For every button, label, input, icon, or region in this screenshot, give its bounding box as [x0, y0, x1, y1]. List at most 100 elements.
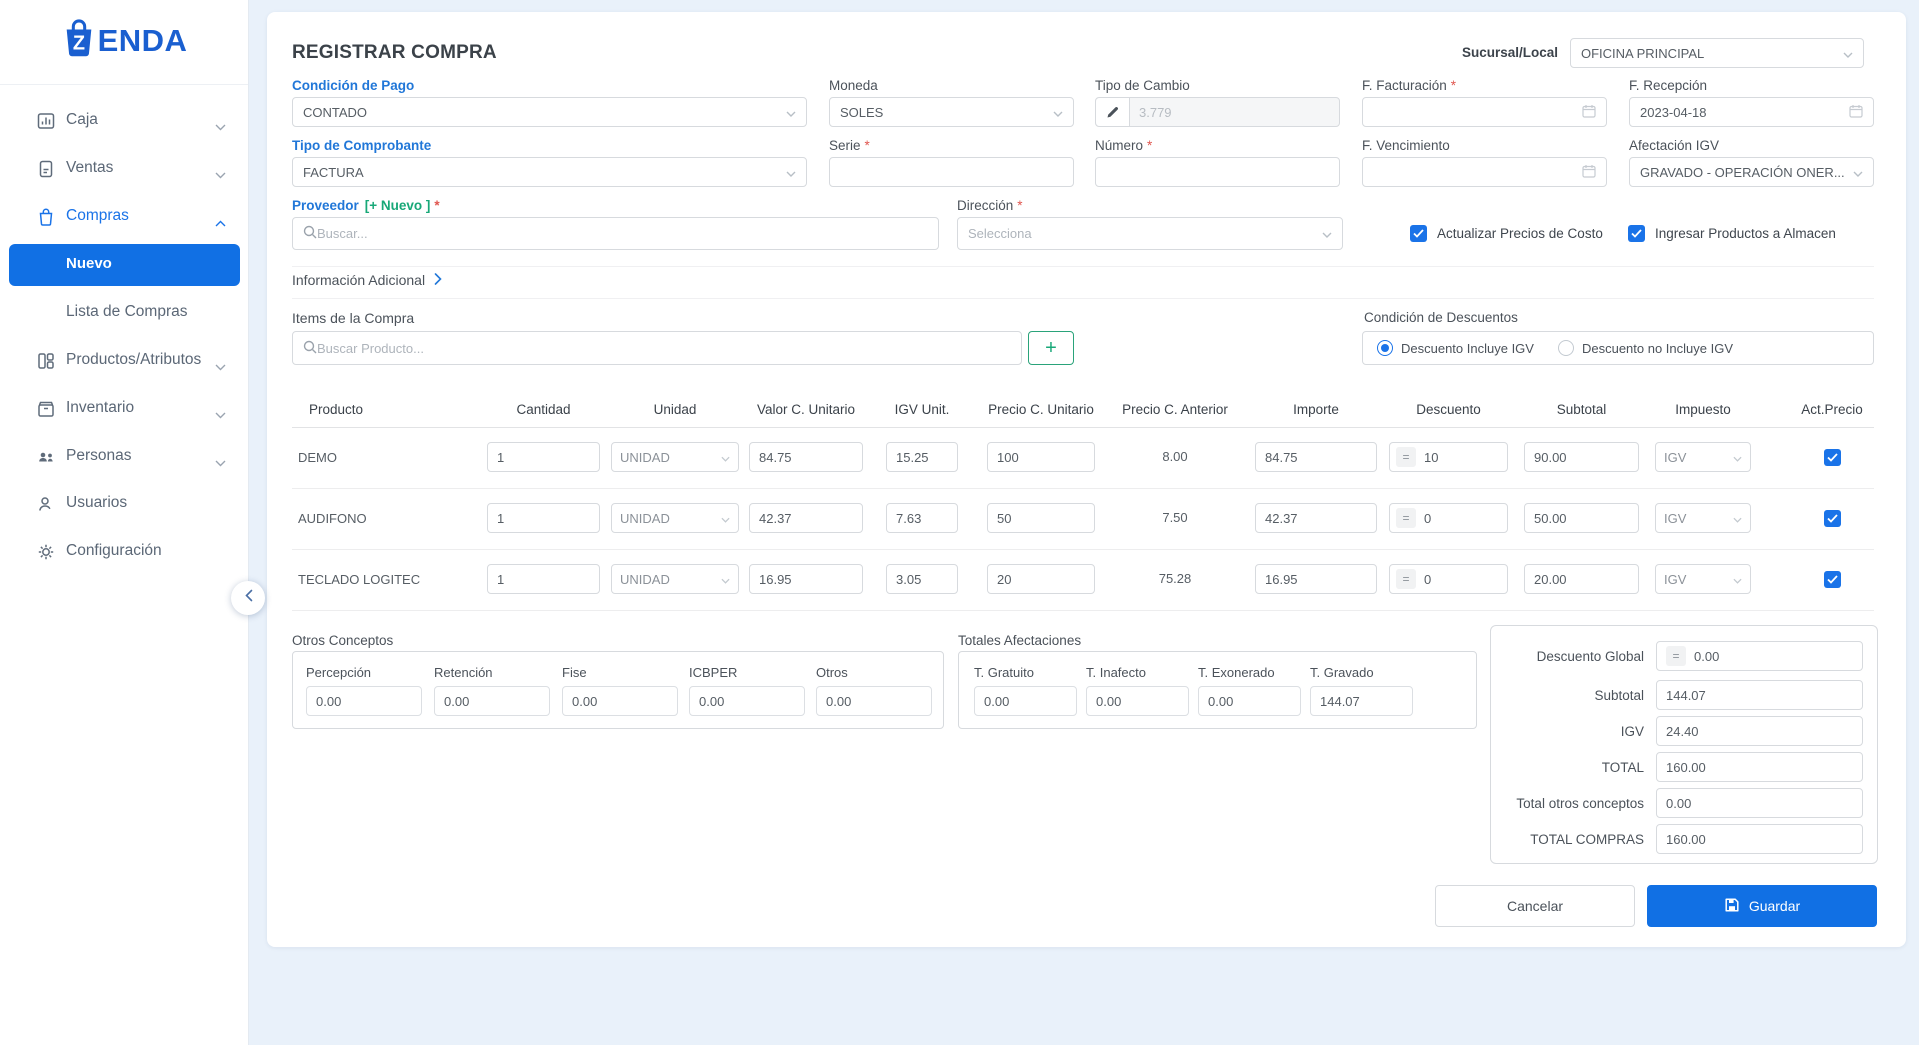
- otros-input[interactable]: [816, 686, 932, 716]
- act-precio-checkbox[interactable]: [1824, 449, 1841, 466]
- total-otros-conceptos-row: Total otros conceptos 0.00: [1491, 788, 1877, 818]
- column-header: Precio C. Unitario: [987, 402, 1095, 417]
- valor-unitario-input[interactable]: [749, 442, 863, 472]
- descuento-global-field[interactable]: =0.00: [1656, 641, 1863, 671]
- precio-unitario-input[interactable]: [987, 564, 1095, 594]
- f-facturacion-field: [1362, 97, 1607, 127]
- importe-input[interactable]: [1255, 442, 1377, 472]
- document-icon: [36, 159, 56, 179]
- ingresar-almacen-checkbox[interactable]: [1628, 225, 1645, 242]
- sidebar-item-caja[interactable]: Caja: [0, 97, 248, 145]
- chevron-down-icon: [1316, 226, 1332, 241]
- items-table-header: Producto Cantidad Unidad Valor C. Unitar…: [292, 402, 1874, 428]
- valor-unitario-input[interactable]: [749, 564, 863, 594]
- f-vencimiento-label: F. Vencimiento: [1362, 138, 1450, 153]
- sidebar-item-configuracion[interactable]: Configuración: [0, 528, 248, 576]
- precio-unitario-input[interactable]: [987, 442, 1095, 472]
- sidebar-item-inventario[interactable]: Inventario: [0, 385, 248, 433]
- unidad-select[interactable]: UNIDAD: [611, 564, 739, 594]
- retencion-input[interactable]: [434, 686, 550, 716]
- unidad-select[interactable]: UNIDAD: [611, 442, 739, 472]
- descuento-field[interactable]: =10: [1389, 442, 1508, 472]
- cancel-button[interactable]: Cancelar: [1435, 885, 1635, 927]
- igv-unitario-input[interactable]: [886, 442, 958, 472]
- act-precio-checkbox[interactable]: [1824, 571, 1841, 588]
- informacion-adicional-toggle[interactable]: Información Adicional: [292, 272, 442, 288]
- condicion-pago-select[interactable]: CONTADO: [292, 97, 807, 127]
- sucursal-select[interactable]: OFICINA PRINCIPAL: [1570, 38, 1864, 68]
- afectacion-igv-select[interactable]: GRAVADO - OPERACIÓN ONER...: [1629, 157, 1874, 187]
- total-row: TOTAL 160.00: [1491, 752, 1877, 782]
- subtotal-input[interactable]: [1524, 564, 1639, 594]
- subtotal-row: Subtotal 144.07: [1491, 680, 1877, 710]
- subtotal-input[interactable]: [1524, 503, 1639, 533]
- totals-panel: Descuento Global =0.00 Subtotal 144.07 I…: [1490, 625, 1878, 864]
- sidebar-item-ventas[interactable]: Ventas: [0, 145, 248, 193]
- igv-unitario-input[interactable]: [886, 503, 958, 533]
- descuento-field[interactable]: =0: [1389, 503, 1508, 533]
- impuesto-select[interactable]: IGV: [1655, 503, 1751, 533]
- sidebar-collapse-button[interactable]: [231, 581, 265, 615]
- impuesto-select[interactable]: IGV: [1655, 442, 1751, 472]
- chevron-down-icon: [1733, 511, 1742, 526]
- f-recepcion-input[interactable]: [1640, 105, 1849, 120]
- precio-unitario-input[interactable]: [987, 503, 1095, 533]
- igv-unitario-input[interactable]: [886, 564, 958, 594]
- sidebar-item-personas[interactable]: Personas: [0, 433, 248, 481]
- f-vencimiento-input[interactable]: [1373, 165, 1582, 180]
- nuevo-proveedor-link[interactable]: [+ Nuevo ]: [365, 198, 431, 213]
- tipo-cambio-input[interactable]: [1139, 105, 1329, 120]
- numero-label: Número*: [1095, 138, 1152, 153]
- actualizar-precios-checkbox[interactable]: [1410, 225, 1427, 242]
- fise-input[interactable]: [562, 686, 678, 716]
- sidebar-item-usuarios[interactable]: Usuarios: [0, 480, 248, 528]
- register-purchase-card: REGISTRAR COMPRA Sucursal/Local OFICINA …: [267, 12, 1906, 947]
- descuento-no-incluye-igv-radio[interactable]: [1558, 340, 1574, 356]
- descuento-incluye-igv-radio[interactable]: [1377, 340, 1393, 356]
- chevron-up-icon: [215, 214, 226, 232]
- cantidad-input[interactable]: [487, 503, 600, 533]
- table-row: AUDIFONO UNIDAD 7.50 =0 IGV: [292, 488, 1874, 550]
- direccion-select[interactable]: Selecciona: [957, 217, 1343, 250]
- product-search-field: [292, 331, 1022, 365]
- importe-input[interactable]: [1255, 503, 1377, 533]
- descuento-global-row: Descuento Global =0.00: [1491, 641, 1877, 671]
- unidad-select[interactable]: UNIDAD: [611, 503, 739, 533]
- serie-input[interactable]: [840, 165, 1063, 180]
- valor-unitario-input[interactable]: [749, 503, 863, 533]
- app-logo: Z ENDA: [0, 12, 248, 68]
- column-header: Valor C. Unitario: [749, 402, 863, 417]
- proveedor-search-input[interactable]: [317, 226, 928, 241]
- act-precio-checkbox[interactable]: [1824, 510, 1841, 527]
- column-header: Descuento: [1389, 402, 1508, 417]
- add-product-button[interactable]: +: [1028, 331, 1074, 365]
- sidebar-item-productos-atributos[interactable]: Productos/Atributos: [0, 337, 248, 385]
- sidebar-item-compras[interactable]: Compras: [0, 193, 248, 241]
- tipo-comprobante-select[interactable]: FACTURA: [292, 157, 807, 187]
- subtotal-input[interactable]: [1524, 442, 1639, 472]
- pencil-icon[interactable]: [1096, 98, 1130, 126]
- t-exonerado-input[interactable]: [1198, 686, 1301, 716]
- t-inafecto-input[interactable]: [1086, 686, 1189, 716]
- proveedor-label: Proveedor[+ Nuevo ]*: [292, 198, 440, 213]
- cantidad-input[interactable]: [487, 442, 600, 472]
- descuento-field[interactable]: =0: [1389, 564, 1508, 594]
- column-header: Unidad: [611, 402, 739, 417]
- icbper-input[interactable]: [689, 686, 805, 716]
- cantidad-input[interactable]: [487, 564, 600, 594]
- product-search-input[interactable]: [317, 341, 1011, 356]
- chevron-down-icon: [1733, 450, 1742, 465]
- required-asterisk: *: [1017, 198, 1022, 213]
- f-facturacion-input[interactable]: [1373, 105, 1582, 120]
- save-button[interactable]: Guardar: [1647, 885, 1877, 927]
- t-gravado-input[interactable]: [1310, 686, 1413, 716]
- importe-input[interactable]: [1255, 564, 1377, 594]
- moneda-select[interactable]: SOLES: [829, 97, 1074, 127]
- impuesto-select[interactable]: IGV: [1655, 564, 1751, 594]
- f-recepcion-label: F. Recepción: [1629, 78, 1707, 93]
- sidebar-item-lista-de-compras[interactable]: Lista de Compras: [0, 289, 248, 337]
- numero-input[interactable]: [1106, 165, 1329, 180]
- t-gratuito-input[interactable]: [974, 686, 1077, 716]
- percepcion-input[interactable]: [306, 686, 422, 716]
- sidebar-item-nuevo[interactable]: Nuevo: [9, 244, 240, 286]
